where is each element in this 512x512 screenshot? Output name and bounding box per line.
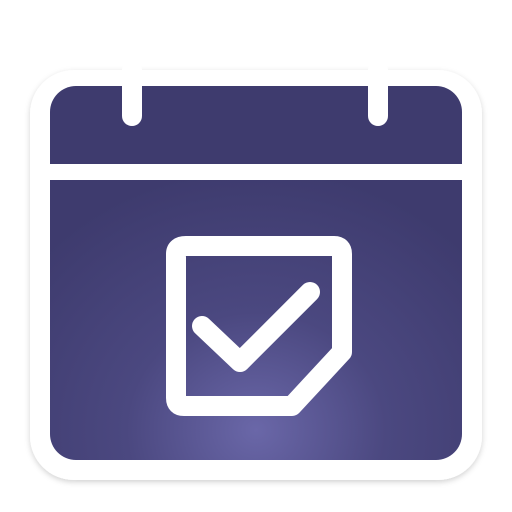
calendar-check-icon xyxy=(30,60,482,480)
calendar-ring-right xyxy=(368,60,388,126)
calendar-check-icon-canvas xyxy=(0,0,512,512)
calendar-header-divider xyxy=(50,164,462,180)
calendar-ring-left xyxy=(122,60,142,126)
